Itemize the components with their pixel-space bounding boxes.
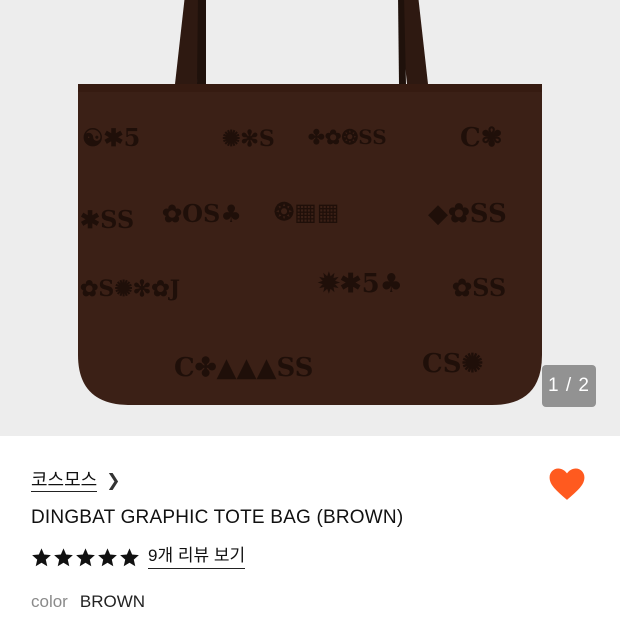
product-image-gallery[interactable]: ☯✱5 ✺✻S ✤✿❂SS C✾ ✱SS ✿OS♣ ❂▦▦ ◆✿SS ✿S✺✻✿… (0, 0, 620, 436)
brand-name: 코스모스 (31, 470, 98, 492)
heart-icon[interactable] (548, 466, 586, 502)
review-link[interactable]: 9개 리뷰 보기 (148, 546, 246, 569)
color-label: color (31, 592, 68, 611)
svg-text:✿OS♣: ✿OS♣ (162, 199, 242, 228)
image-page-indicator: 1 / 2 (542, 365, 596, 407)
rating-row: 9개 리뷰 보기 (31, 546, 246, 569)
svg-text:◆✿SS: ◆✿SS (428, 199, 507, 229)
star-rating (31, 547, 140, 568)
svg-text:C✾: C✾ (460, 123, 502, 153)
brand-link[interactable]: 코스모스 ❯ (31, 470, 121, 492)
star-icon (98, 548, 117, 567)
svg-text:CS✺: CS✺ (422, 349, 483, 379)
star-icon (32, 548, 51, 567)
color-value: BROWN (79, 592, 146, 611)
star-icon (54, 548, 73, 567)
svg-text:✿S✺✻✿J: ✿S✺✻✿J (80, 276, 180, 302)
svg-text:✹✱5♣: ✹✱5♣ (317, 269, 403, 299)
svg-text:☯✱5: ☯✱5 (82, 123, 140, 152)
svg-text:✤✿❂SS: ✤✿❂SS (308, 125, 387, 149)
svg-text:C✤▲▲▲SS: C✤▲▲▲SS (174, 353, 313, 383)
color-row: color BROWN (31, 592, 145, 612)
product-title: DINGBAT GRAPHIC TOTE BAG (BROWN) (31, 507, 404, 528)
svg-text:✱SS: ✱SS (80, 205, 134, 234)
svg-text:✺✻S: ✺✻S (222, 126, 275, 152)
chevron-right-icon: ❯ (106, 471, 121, 490)
star-icon (120, 548, 139, 567)
product-image: ☯✱5 ✺✻S ✤✿❂SS C✾ ✱SS ✿OS♣ ❂▦▦ ◆✿SS ✿S✺✻✿… (78, 0, 542, 405)
svg-text:✿SS: ✿SS (452, 273, 506, 302)
star-icon (76, 548, 95, 567)
svg-text:❂▦▦: ❂▦▦ (273, 197, 339, 226)
